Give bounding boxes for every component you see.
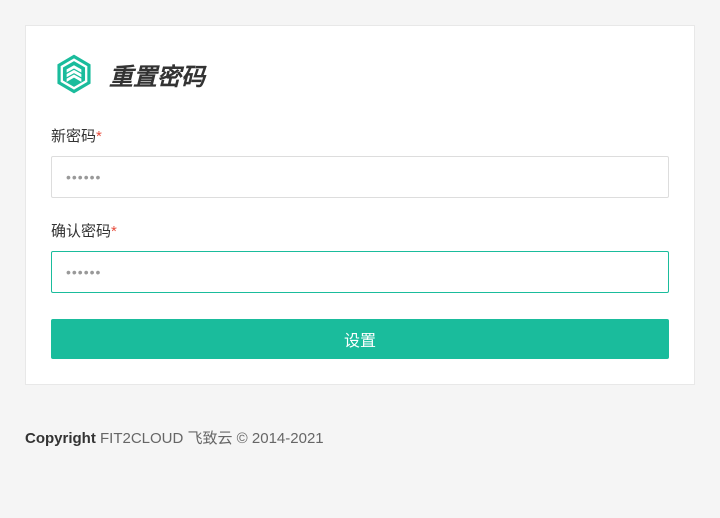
logo-icon [51,51,97,97]
copyright-text: FIT2CLOUD 飞致云 © 2014-2021 [96,430,324,447]
card-header: 重置密码 [51,51,669,97]
new-password-input[interactable] [51,156,669,198]
reset-password-card: 重置密码 新密码* 确认密码* 设置 [25,25,695,385]
confirm-password-label: 确认密码* [51,220,669,241]
confirm-password-input[interactable] [51,251,669,293]
new-password-label: 新密码* [51,125,669,146]
page-title: 重置密码 [109,57,205,92]
confirm-password-group: 确认密码* [51,220,669,293]
copyright-label: Copyright [25,430,96,447]
footer: Copyright FIT2CLOUD 飞致云 © 2014-2021 [25,427,695,448]
new-password-group: 新密码* [51,125,669,198]
submit-button[interactable]: 设置 [51,319,669,359]
